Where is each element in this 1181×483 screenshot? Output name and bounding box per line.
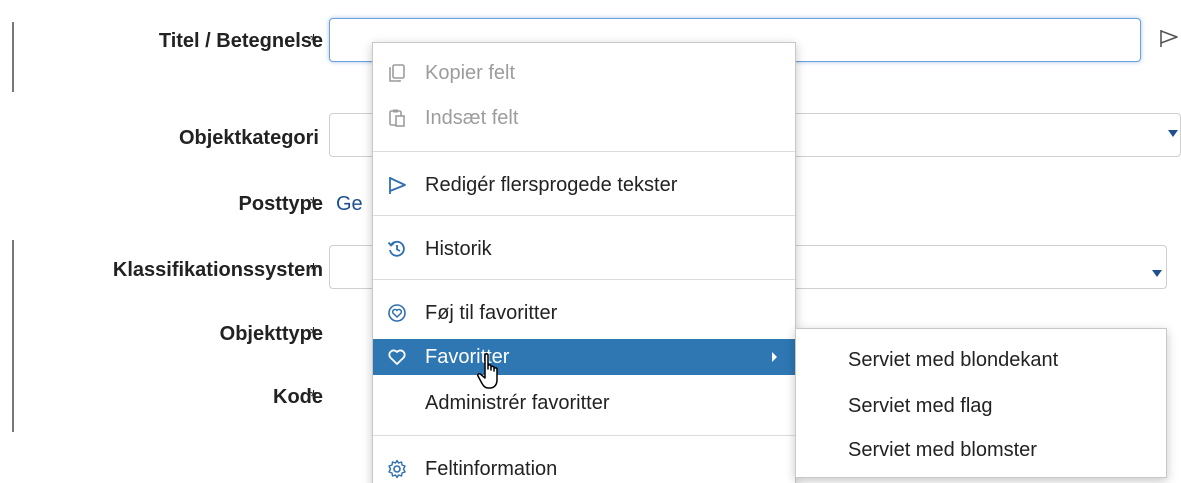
menu-item-label: Historik: [425, 237, 492, 260]
object-type-label: Objekttype: [219, 323, 323, 345]
submenu-item-favorite[interactable]: Serviet med blondekant: [848, 349, 1058, 372]
required-marker: *: [310, 387, 318, 407]
chevron-right-icon: [772, 352, 777, 362]
flag-icon: [389, 177, 406, 194]
history-icon: [387, 240, 405, 257]
required-marker: *: [310, 324, 318, 344]
multilingual-flag-icon[interactable]: [1158, 27, 1180, 49]
menu-separator: [373, 151, 795, 152]
gear-icon: [388, 459, 406, 479]
menu-item-label: Føj til favoritter: [425, 301, 558, 324]
context-menu: Kopier felt Indsæt felt Redigér flerspro…: [372, 42, 796, 483]
menu-item-paste-field[interactable]: Indsæt felt: [373, 100, 795, 136]
menu-separator: [373, 279, 795, 280]
menu-item-field-information[interactable]: Feltinformation: [373, 451, 795, 483]
paste-icon: [389, 109, 405, 127]
chevron-down-icon[interactable]: [1168, 130, 1178, 137]
copy-icon: [389, 64, 405, 82]
menu-item-label: Feltinformation: [425, 457, 558, 480]
group-marker: [12, 22, 14, 92]
required-marker: *: [310, 260, 318, 280]
required-marker: *: [310, 194, 318, 214]
favorite-add-icon: [388, 304, 406, 322]
menu-item-copy-field[interactable]: Kopier felt: [373, 55, 795, 91]
submenu-item-favorite[interactable]: Serviet med flag: [848, 395, 993, 418]
title-label: Titel / Betegnelse: [158, 30, 323, 52]
menu-item-history[interactable]: Historik: [373, 231, 795, 267]
heart-icon: [388, 349, 406, 365]
posttype-value[interactable]: Ge: [336, 193, 363, 216]
menu-item-favorites[interactable]: Favoritter: [373, 339, 795, 375]
hand-cursor-icon: [477, 353, 498, 389]
menu-item-label: Indsæt felt: [425, 106, 519, 129]
menu-item-edit-multilingual[interactable]: Redigér flersprogede tekster: [373, 167, 795, 203]
object-category-label: Objektkategori: [178, 127, 319, 149]
menu-separator: [373, 435, 795, 436]
menu-item-manage-favorites[interactable]: Administrér favoritter: [373, 385, 795, 421]
classification-system-label: Klassifikationssystem: [112, 259, 323, 281]
group-marker: [12, 240, 14, 432]
menu-item-label: Kopier felt: [425, 61, 516, 84]
required-marker: *: [310, 31, 318, 51]
menu-separator: [373, 215, 795, 216]
menu-item-label: Administrér favoritter: [425, 391, 610, 414]
menu-item-add-favorite[interactable]: Føj til favoritter: [373, 295, 795, 331]
submenu-item-favorite[interactable]: Serviet med blomster: [848, 439, 1037, 462]
favorites-submenu: Serviet med blondekant Serviet med flag …: [795, 328, 1167, 478]
menu-item-label: Redigér flersprogede tekster: [425, 173, 678, 196]
form-page: Titel / Betegnelse * Objektkategori Post…: [0, 0, 1181, 483]
chevron-down-icon[interactable]: [1152, 270, 1162, 277]
